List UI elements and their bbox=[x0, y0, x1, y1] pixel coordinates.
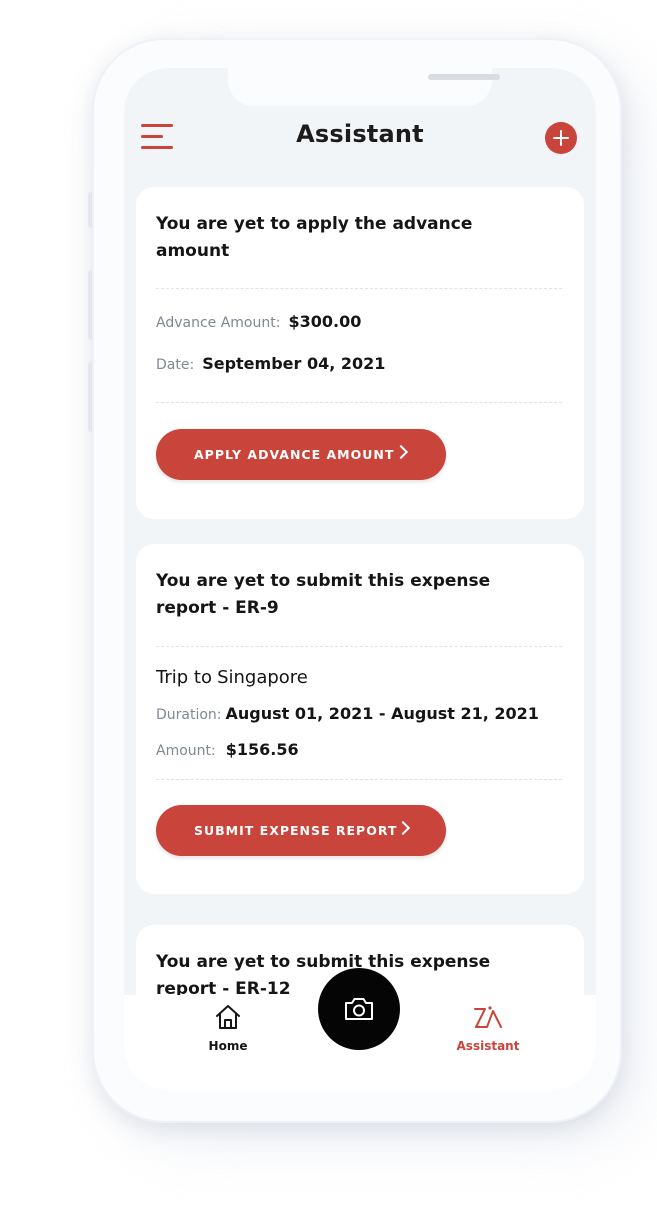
trip-row: Trip to Singapore bbox=[156, 667, 308, 688]
tab-home-label: Home bbox=[208, 1039, 248, 1053]
home-icon bbox=[216, 1005, 240, 1029]
chevron-right-icon bbox=[395, 820, 411, 836]
camera-icon bbox=[345, 998, 373, 1020]
trip-prefix: Trip to bbox=[156, 667, 212, 688]
tab-assistant-label: Assistant bbox=[456, 1039, 520, 1053]
camera-button[interactable] bbox=[318, 968, 400, 1050]
card-title: You are yet to submit this expense repor… bbox=[156, 571, 491, 618]
app-screen: Assistant You are yet to apply the advan… bbox=[124, 68, 596, 1090]
card-title: You are yet to apply the advance amount bbox=[156, 214, 473, 261]
apply-advance-button[interactable]: APPLY ADVANCE AMOUNT bbox=[156, 429, 446, 480]
divider bbox=[156, 288, 562, 289]
advance-card: You are yet to apply the advance amount … bbox=[136, 187, 584, 519]
advance-amount-row: Advance Amount: $300.00 bbox=[156, 312, 361, 331]
add-button[interactable] bbox=[545, 122, 577, 154]
amount-row: Amount: $156.56 bbox=[156, 740, 299, 759]
trip-destination: Singapore bbox=[217, 667, 308, 688]
divider bbox=[156, 646, 562, 647]
divider bbox=[156, 779, 562, 780]
phone-notch bbox=[228, 68, 500, 106]
field-value: September 04, 2021 bbox=[202, 354, 386, 373]
date-row: Date: September 04, 2021 bbox=[156, 354, 385, 373]
assistant-logo-icon bbox=[474, 1006, 502, 1028]
field-value: August 01, 2021 - August 21, 2021 bbox=[225, 704, 539, 723]
phone-speaker bbox=[428, 74, 500, 80]
tab-assistant[interactable]: Assistant bbox=[428, 1003, 548, 1053]
button-label: APPLY ADVANCE AMOUNT bbox=[194, 447, 395, 462]
field-label: Amount: bbox=[156, 743, 216, 759]
field-value: $300.00 bbox=[288, 312, 362, 331]
field-label: Date: bbox=[156, 357, 195, 373]
tab-home[interactable]: Home bbox=[168, 1003, 288, 1053]
duration-row: Duration: August 01, 2021 - August 21, 20… bbox=[156, 704, 539, 723]
submit-expense-report-button[interactable]: SUBMIT EXPENSE REPORT bbox=[156, 805, 446, 856]
button-label: SUBMIT EXPENSE REPORT bbox=[194, 823, 398, 838]
field-label: Advance Amount: bbox=[156, 315, 281, 331]
expense-report-card: You are yet to submit this expense repor… bbox=[136, 544, 584, 894]
field-label: Duration: bbox=[156, 707, 222, 723]
chevron-right-icon bbox=[393, 444, 409, 460]
field-value: $156.56 bbox=[225, 740, 299, 759]
page-title: Assistant bbox=[296, 120, 424, 148]
divider bbox=[156, 402, 562, 403]
